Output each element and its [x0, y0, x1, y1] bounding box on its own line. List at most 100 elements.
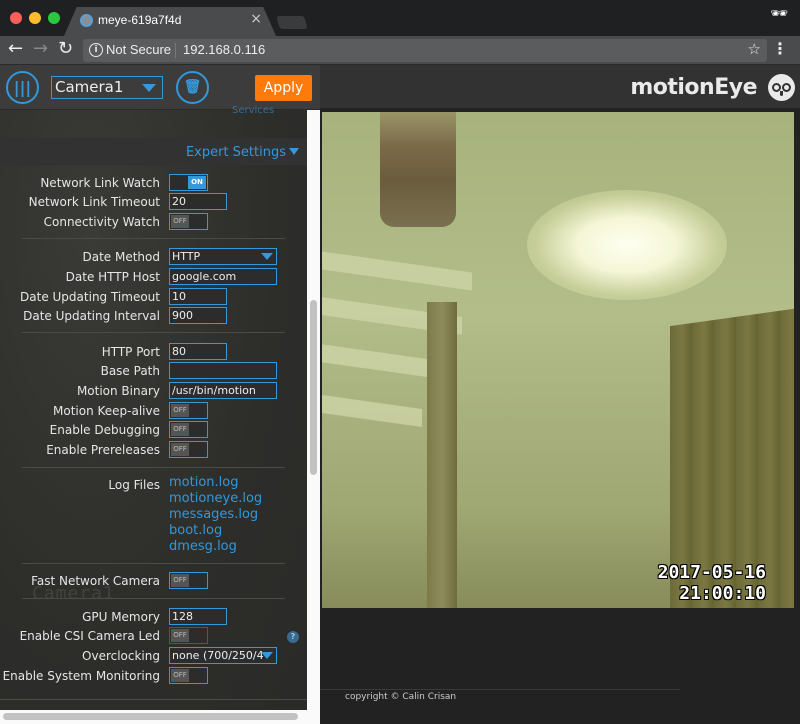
base-path-row: Base Path	[0, 361, 307, 381]
browser-menu-icon[interactable]: ⋮	[772, 39, 788, 58]
forward-icon[interactable]: →	[33, 38, 48, 59]
date-method-row: Date Method HTTP	[0, 247, 307, 267]
date-updating-interval-input[interactable]: 900	[169, 307, 227, 324]
toggle-state: OFF	[171, 629, 189, 642]
log-link-messages[interactable]: messages.log	[169, 507, 262, 523]
browser-tab[interactable]: meye-619a7f4d ×	[64, 7, 276, 36]
omnibox-divider	[175, 43, 176, 58]
caret-down-icon	[289, 148, 299, 155]
bookmark-star-icon[interactable]: ☆	[748, 40, 761, 58]
date-http-host-row: Date HTTP Host google.com	[0, 267, 307, 287]
enable-prereleases-label: Enable Prereleases	[46, 443, 160, 457]
owl-beak	[780, 91, 783, 96]
tab-close-icon[interactable]: ×	[250, 11, 262, 27]
overclocking-value: none (700/250/4	[172, 649, 264, 662]
date-http-host-input[interactable]: google.com	[169, 268, 277, 285]
maximize-window-button[interactable]	[48, 12, 60, 24]
owl-eye-right	[782, 83, 791, 92]
fast-network-camera-toggle[interactable]: OFF	[169, 572, 208, 589]
connectivity-watch-toggle[interactable]: OFF	[169, 213, 208, 230]
enable-csi-camera-led-label: Enable CSI Camera Led	[19, 629, 160, 643]
horizontal-scrollbar-thumb[interactable]	[3, 713, 298, 720]
camera-select[interactable]: Camera1	[51, 76, 163, 99]
http-port-row: HTTP Port 80	[0, 342, 307, 362]
back-icon[interactable]: ←	[8, 38, 23, 59]
network-link-watch-toggle[interactable]: ON	[169, 174, 208, 191]
expert-settings-toggle[interactable]: Expert Settings	[186, 145, 299, 160]
url-text[interactable]: 192.168.0.116	[183, 42, 265, 57]
camera-scene-shelf	[322, 251, 472, 291]
vertical-scrollbar[interactable]	[307, 110, 320, 724]
camera-timestamp-date: 2017-05-16	[657, 562, 766, 583]
section-divider	[22, 332, 285, 333]
expert-settings-header: Expert Settings	[0, 138, 307, 165]
new-tab-button[interactable]	[276, 16, 308, 29]
log-link-motioneye[interactable]: motioneye.log	[169, 491, 262, 507]
section-divider	[22, 467, 285, 468]
favicon-icon	[80, 14, 93, 27]
date-http-host-label: Date HTTP Host	[65, 270, 160, 284]
main-area: motionEye 2017-05-16 21:00:10 copyright …	[320, 65, 800, 724]
camera-scene-shelf	[322, 344, 432, 378]
toggle-state: OFF	[171, 669, 189, 682]
address-bar[interactable]: i Not Secure 192.168.0.116 ☆	[83, 39, 767, 62]
toggle-state: OFF	[171, 423, 189, 436]
overclocking-row: Overclocking none (700/250/4	[0, 646, 307, 666]
overclocking-select[interactable]: none (700/250/4	[169, 647, 277, 664]
camera-frame[interactable]: 2017-05-16 21:00:10	[322, 112, 794, 608]
gpu-memory-input[interactable]: 128	[169, 608, 227, 625]
enable-prereleases-toggle[interactable]: OFF	[169, 441, 208, 458]
enable-prereleases-row: Enable Prereleases OFF	[0, 440, 307, 460]
network-link-timeout-input[interactable]: 20	[169, 193, 227, 210]
log-files-row: Log Files motion.log motioneye.log messa…	[0, 475, 307, 557]
camera-scene-post	[427, 302, 457, 608]
minimize-window-button[interactable]	[29, 12, 41, 24]
connectivity-watch-label: Connectivity Watch	[43, 215, 160, 229]
horizontal-scrollbar[interactable]	[0, 710, 307, 724]
toggle-state: ON	[188, 176, 206, 189]
motion-keepalive-label: Motion Keep-alive	[53, 404, 160, 418]
close-window-button[interactable]	[10, 12, 22, 24]
section-divider	[22, 598, 285, 599]
connectivity-watch-row: Connectivity Watch OFF	[0, 212, 307, 232]
menu-toggle-button[interactable]: |||	[6, 71, 39, 104]
enable-debugging-toggle[interactable]: OFF	[169, 421, 208, 438]
network-link-watch-label: Network Link Watch	[40, 176, 160, 190]
enable-system-monitoring-row: Enable System Monitoring OFF	[0, 666, 307, 686]
http-port-input[interactable]: 80	[169, 343, 227, 360]
security-label: Not Secure	[106, 42, 172, 57]
info-icon[interactable]: i	[89, 43, 103, 57]
motion-binary-input[interactable]: /usr/bin/motion	[169, 382, 277, 399]
camera-timestamp: 2017-05-16 21:00:10	[658, 562, 766, 604]
motion-keepalive-toggle[interactable]: OFF	[169, 402, 208, 419]
help-icon[interactable]: ?	[287, 631, 299, 643]
date-method-select[interactable]: HTTP	[169, 248, 277, 265]
apply-button[interactable]: Apply	[255, 75, 312, 101]
enable-csi-camera-led-toggle[interactable]: OFF	[169, 627, 208, 644]
network-link-timeout-label: Network Link Timeout	[28, 195, 160, 209]
browser-toolbar: ← → ↻ i Not Secure 192.168.0.116 ☆ ⋮	[0, 36, 800, 65]
services-section-link[interactable]: Services	[232, 105, 274, 116]
camera-select-value: Camera1	[55, 78, 124, 96]
log-files-list: motion.log motioneye.log messages.log bo…	[169, 475, 262, 555]
brand-title: motionEye	[630, 75, 757, 100]
vertical-scrollbar-thumb[interactable]	[310, 300, 317, 475]
toggle-state: OFF	[171, 574, 189, 587]
section-divider	[0, 699, 307, 700]
log-link-motion[interactable]: motion.log	[169, 475, 262, 491]
chevron-down-icon	[261, 253, 273, 260]
http-port-label: HTTP Port	[101, 345, 160, 359]
date-updating-interval-label: Date Updating Interval	[23, 309, 160, 323]
delete-camera-button[interactable]: 🗑	[176, 71, 209, 104]
motion-keepalive-row: Motion Keep-alive OFF	[0, 401, 307, 421]
base-path-input[interactable]	[169, 362, 277, 379]
footer-divider	[320, 689, 680, 690]
enable-system-monitoring-toggle[interactable]: OFF	[169, 667, 208, 684]
log-link-dmesg[interactable]: dmesg.log	[169, 539, 262, 555]
camera-scene-shelf	[322, 394, 422, 428]
log-link-boot[interactable]: boot.log	[169, 523, 262, 539]
reload-icon[interactable]: ↻	[58, 38, 73, 59]
date-updating-timeout-input[interactable]: 10	[169, 288, 227, 305]
enable-system-monitoring-label: Enable System Monitoring	[2, 669, 160, 683]
network-link-watch-row: Network Link Watch ON	[0, 173, 307, 193]
